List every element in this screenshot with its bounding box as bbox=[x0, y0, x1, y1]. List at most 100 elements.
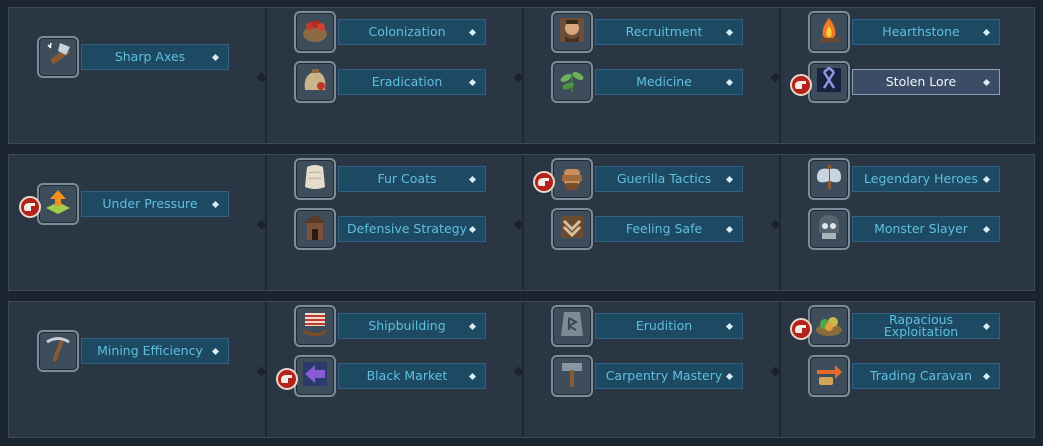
tech-icon-tile[interactable] bbox=[808, 158, 850, 200]
diamond-pip-icon bbox=[725, 225, 734, 234]
tech-name-button[interactable]: Sharp Axes bbox=[81, 44, 229, 70]
tech-icon-tile[interactable] bbox=[294, 208, 336, 250]
tech-label: Shipbuilding bbox=[368, 318, 446, 333]
tech-name-button[interactable]: Defensive Strategy bbox=[338, 216, 486, 242]
tech-label: Monster Slayer bbox=[874, 221, 968, 236]
skull-helmet-icon bbox=[813, 211, 845, 247]
tech-node[interactable]: Guerilla Tactics bbox=[533, 158, 743, 202]
diamond-pip-icon bbox=[468, 322, 477, 331]
tech-node[interactable]: Recruitment bbox=[551, 11, 743, 55]
double-axe-icon bbox=[813, 161, 845, 197]
tech-name-button[interactable]: Eradication bbox=[338, 69, 486, 95]
diamond-pip-icon bbox=[211, 53, 220, 62]
tech-name-button[interactable]: Shipbuilding bbox=[338, 313, 486, 339]
tech-node[interactable]: Trading Caravan bbox=[808, 355, 1000, 399]
tech-node[interactable]: Defensive Strategy bbox=[294, 208, 486, 252]
tech-label: Feeling Safe bbox=[625, 221, 703, 236]
tech-name-button[interactable]: Recruitment bbox=[595, 19, 743, 45]
supply-basket-icon bbox=[299, 14, 331, 50]
tech-node[interactable]: Stolen Lore bbox=[790, 61, 1000, 105]
diamond-pip-icon bbox=[468, 78, 477, 87]
tech-name-button[interactable]: Carpentry Mastery bbox=[595, 363, 743, 389]
tech-node[interactable]: Medicine bbox=[551, 61, 743, 105]
fist-icon bbox=[556, 161, 588, 197]
tech-node[interactable]: Carpentry Mastery bbox=[551, 355, 743, 399]
tech-icon-tile[interactable] bbox=[37, 330, 79, 372]
diamond-pip-icon bbox=[468, 175, 477, 184]
trade-exchange-icon bbox=[813, 358, 845, 394]
tech-node[interactable]: Legendary Heroes bbox=[808, 158, 1000, 202]
tech-node[interactable]: Sharp Axes bbox=[37, 36, 229, 80]
tech-name-button[interactable]: Medicine bbox=[595, 69, 743, 95]
tech-label: Erudition bbox=[635, 318, 693, 333]
tech-name-button[interactable]: Stolen Lore bbox=[852, 69, 1000, 95]
tech-icon-tile[interactable] bbox=[551, 355, 593, 397]
tech-node[interactable]: Rapacious Exploitation bbox=[790, 305, 1000, 349]
diamond-pip-icon bbox=[725, 28, 734, 37]
tech-icon-tile[interactable] bbox=[808, 11, 850, 53]
campfire-icon bbox=[813, 14, 845, 50]
tech-icon-tile[interactable] bbox=[551, 305, 593, 347]
loot-pile-icon bbox=[813, 308, 845, 344]
longship-icon bbox=[299, 308, 331, 344]
hand-badge-icon bbox=[533, 171, 555, 193]
tech-icon-tile[interactable] bbox=[551, 208, 593, 250]
tech-name-button[interactable]: Fur Coats bbox=[338, 166, 486, 192]
tech-label: Medicine bbox=[636, 74, 692, 89]
tech-icon-tile[interactable] bbox=[808, 355, 850, 397]
tech-name-button[interactable]: Hearthstone bbox=[852, 19, 1000, 45]
tech-node[interactable]: Eradication bbox=[294, 61, 486, 105]
tech-icon-tile[interactable] bbox=[808, 305, 850, 347]
tech-icon-tile[interactable] bbox=[294, 11, 336, 53]
tech-icon-tile[interactable] bbox=[551, 61, 593, 103]
tech-icon-tile[interactable] bbox=[808, 208, 850, 250]
tech-label: Recruitment bbox=[625, 24, 703, 39]
tech-node[interactable]: Mining Efficiency bbox=[37, 330, 229, 374]
diamond-pip-icon bbox=[725, 175, 734, 184]
tech-name-button[interactable]: Erudition bbox=[595, 313, 743, 339]
tech-name-button[interactable]: Legendary Heroes bbox=[852, 166, 1000, 192]
tech-node[interactable]: Colonization bbox=[294, 11, 486, 55]
tech-node[interactable]: Erudition bbox=[551, 305, 743, 349]
hand-badge-icon bbox=[19, 196, 41, 218]
tech-icon-tile[interactable] bbox=[294, 158, 336, 200]
tech-label: Rapacious Exploitation bbox=[883, 312, 959, 339]
tech-icon-tile[interactable] bbox=[37, 183, 79, 225]
tech-node[interactable]: Shipbuilding bbox=[294, 305, 486, 349]
tech-label: Sharp Axes bbox=[114, 49, 186, 64]
tech-name-button[interactable]: Guerilla Tactics bbox=[595, 166, 743, 192]
tech-name-button[interactable]: Black Market bbox=[338, 363, 486, 389]
tech-name-button[interactable]: Monster Slayer bbox=[852, 216, 1000, 242]
tech-row-panel: Mining Efficiency Shipbuilding Black Marke… bbox=[8, 301, 1035, 438]
tech-label: Carpentry Mastery bbox=[605, 368, 723, 383]
tech-icon-tile[interactable] bbox=[294, 305, 336, 347]
tech-icon-tile[interactable] bbox=[294, 355, 336, 397]
tech-icon-tile[interactable] bbox=[551, 158, 593, 200]
fur-pelt-icon bbox=[299, 161, 331, 197]
tech-label: Trading Caravan bbox=[869, 368, 972, 383]
tech-name-button[interactable]: Trading Caravan bbox=[852, 363, 1000, 389]
tech-node[interactable]: Feeling Safe bbox=[551, 208, 743, 252]
diamond-pip-icon bbox=[211, 347, 220, 356]
tech-name-button[interactable]: Colonization bbox=[338, 19, 486, 45]
diamond-pip-icon bbox=[211, 200, 220, 209]
tech-label: Mining Efficiency bbox=[97, 343, 203, 358]
tech-name-button[interactable]: Under Pressure bbox=[81, 191, 229, 217]
tech-icon-tile[interactable] bbox=[294, 61, 336, 103]
tech-name-button[interactable]: Mining Efficiency bbox=[81, 338, 229, 364]
tech-name-button[interactable]: Feeling Safe bbox=[595, 216, 743, 242]
diamond-pip-icon bbox=[982, 225, 991, 234]
diamond-pip-icon bbox=[725, 78, 734, 87]
tech-icon-tile[interactable] bbox=[808, 61, 850, 103]
tech-node[interactable]: Black Market bbox=[276, 355, 486, 399]
tech-icon-tile[interactable] bbox=[551, 11, 593, 53]
tech-node[interactable]: Monster Slayer bbox=[808, 208, 1000, 252]
tech-node[interactable]: Fur Coats bbox=[294, 158, 486, 202]
tech-icon-tile[interactable] bbox=[37, 36, 79, 78]
tech-node[interactable]: Hearthstone bbox=[808, 11, 1000, 55]
hand-badge-icon bbox=[276, 368, 298, 390]
tech-node[interactable]: Under Pressure bbox=[19, 183, 229, 227]
pickaxe-icon bbox=[42, 333, 74, 369]
tech-label: Black Market bbox=[366, 368, 448, 383]
tech-name-button[interactable]: Rapacious Exploitation bbox=[852, 313, 1000, 339]
